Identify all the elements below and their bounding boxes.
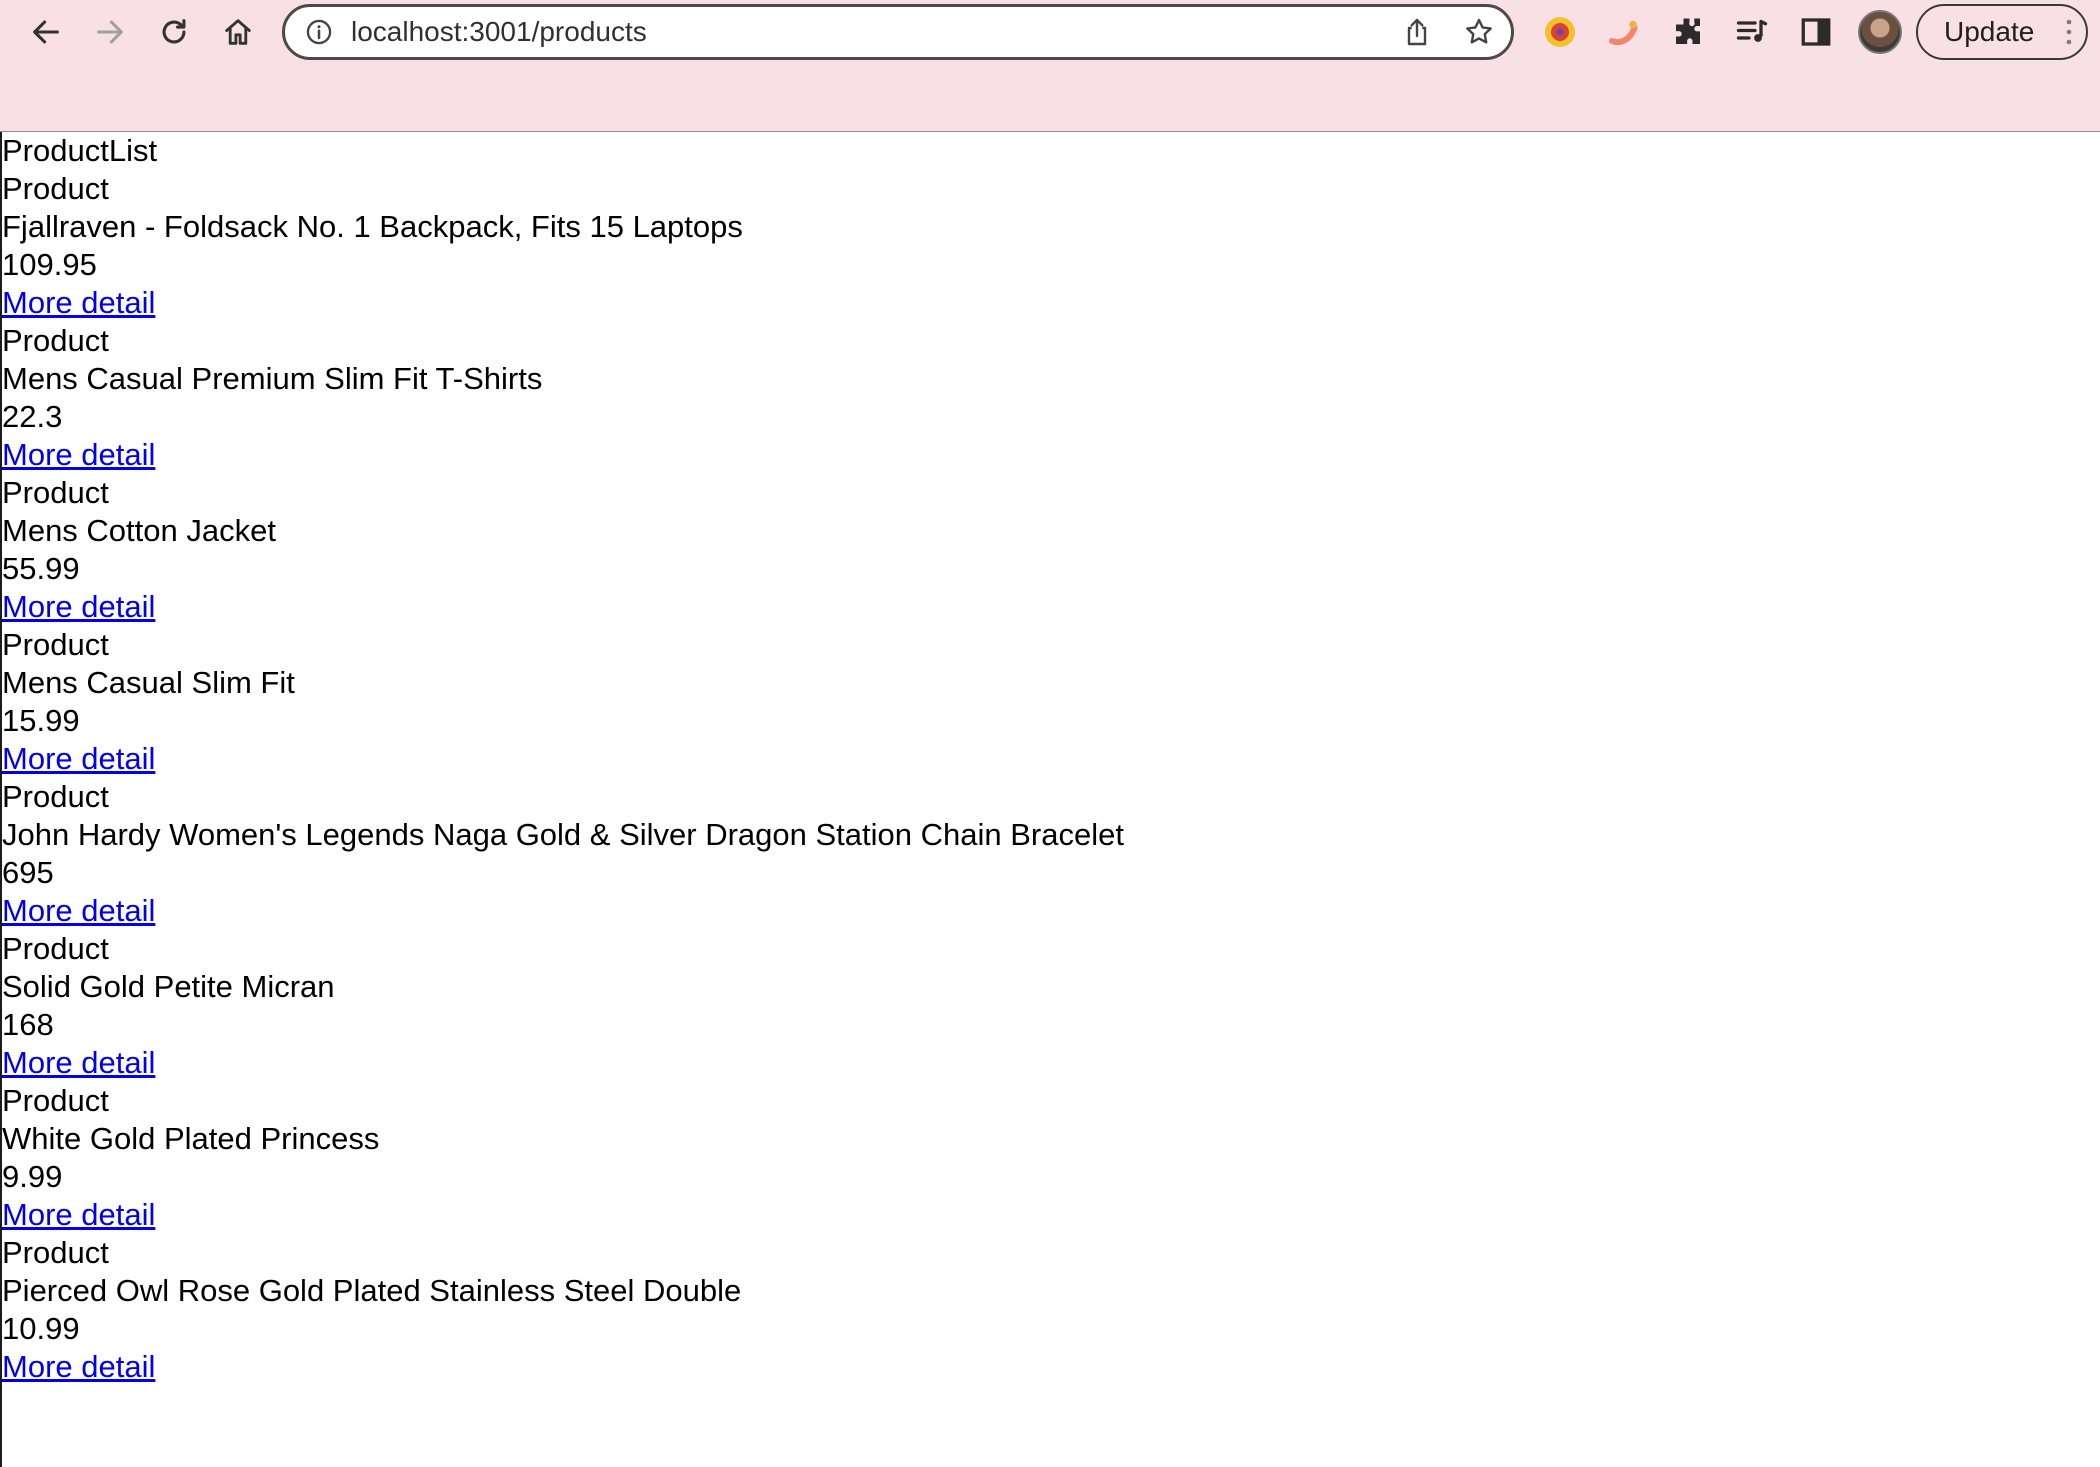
more-detail-link[interactable]: More detail — [2, 1044, 155, 1082]
page-title: ProductList — [2, 133, 158, 168]
product-title: Mens Casual Premium Slim Fit T-Shirts — [2, 361, 543, 396]
product-title: Fjallraven - Foldsack No. 1 Backpack, Fi… — [2, 209, 743, 244]
extensions-puzzle-icon[interactable] — [1668, 12, 1708, 52]
share-icon[interactable] — [1401, 16, 1433, 48]
product-item: Product John Hardy Women's Legends Naga … — [2, 778, 2100, 930]
product-title: John Hardy Women's Legends Naga Gold & S… — [2, 817, 1124, 852]
product-price: 22.3 — [2, 399, 63, 434]
home-icon[interactable] — [216, 10, 260, 54]
more-detail-link[interactable]: More detail — [2, 740, 155, 778]
product-title: Mens Casual Slim Fit — [2, 665, 295, 700]
more-detail-link[interactable]: More detail — [2, 284, 155, 322]
more-menu-icon[interactable] — [2066, 18, 2072, 46]
product-item: Product Solid Gold Petite Micran 168 Mor… — [2, 930, 2100, 1082]
product-label: Product — [2, 931, 109, 966]
product-item: Product Mens Casual Slim Fit 15.99 More … — [2, 626, 2100, 778]
product-price: 10.99 — [2, 1311, 80, 1346]
product-label: Product — [2, 323, 109, 358]
product-title: Mens Cotton Jacket — [2, 513, 276, 548]
back-arrow-icon[interactable] — [24, 10, 68, 54]
product-price: 55.99 — [2, 551, 80, 586]
more-detail-link[interactable]: More detail — [2, 1196, 155, 1234]
browser-toolbar: localhost:3001/products Update — [0, 0, 2100, 132]
page-content: ProductList Product Fjallraven - Foldsac… — [2, 132, 2100, 1386]
product-item: Product White Gold Plated Princess 9.99 … — [2, 1082, 2100, 1234]
product-title: Pierced Owl Rose Gold Plated Stainless S… — [2, 1273, 742, 1308]
product-title: White Gold Plated Princess — [2, 1121, 380, 1156]
profile-avatar[interactable] — [1858, 10, 1902, 54]
side-panel-icon[interactable] — [1796, 12, 1836, 52]
bookmark-star-icon[interactable] — [1463, 16, 1495, 48]
more-detail-link[interactable]: More detail — [2, 588, 155, 626]
extension-colorful-icon[interactable] — [1540, 12, 1580, 52]
product-label: Product — [2, 171, 109, 206]
address-bar[interactable]: localhost:3001/products — [282, 4, 1514, 60]
product-title: Solid Gold Petite Micran — [2, 969, 335, 1004]
site-info-icon[interactable] — [305, 18, 333, 46]
product-item: Product Mens Cotton Jacket 55.99 More de… — [2, 474, 2100, 626]
more-detail-link[interactable]: More detail — [2, 436, 155, 474]
more-detail-link[interactable]: More detail — [2, 1348, 155, 1386]
product-item: Product Fjallraven - Foldsack No. 1 Back… — [2, 170, 2100, 322]
product-label: Product — [2, 627, 109, 662]
url-text[interactable]: localhost:3001/products — [351, 17, 647, 47]
product-price: 9.99 — [2, 1159, 63, 1194]
product-price: 168 — [2, 1007, 54, 1042]
product-item: Product Mens Casual Premium Slim Fit T-S… — [2, 322, 2100, 474]
product-price: 695 — [2, 855, 54, 890]
update-button-label: Update — [1944, 16, 2035, 47]
product-price: 109.95 — [2, 247, 97, 282]
update-button[interactable]: Update — [1916, 4, 2088, 60]
forward-arrow-icon[interactable] — [88, 10, 132, 54]
product-item: Product Pierced Owl Rose Gold Plated Sta… — [2, 1234, 2100, 1386]
product-label: Product — [2, 1083, 109, 1118]
more-detail-link[interactable]: More detail — [2, 892, 155, 930]
product-label: Product — [2, 779, 109, 814]
media-queue-icon[interactable] — [1732, 12, 1772, 52]
reload-icon[interactable] — [152, 10, 196, 54]
product-label: Product — [2, 475, 109, 510]
product-label: Product — [2, 1235, 109, 1270]
extension-swirl-icon[interactable] — [1604, 12, 1644, 52]
product-price: 15.99 — [2, 703, 80, 738]
